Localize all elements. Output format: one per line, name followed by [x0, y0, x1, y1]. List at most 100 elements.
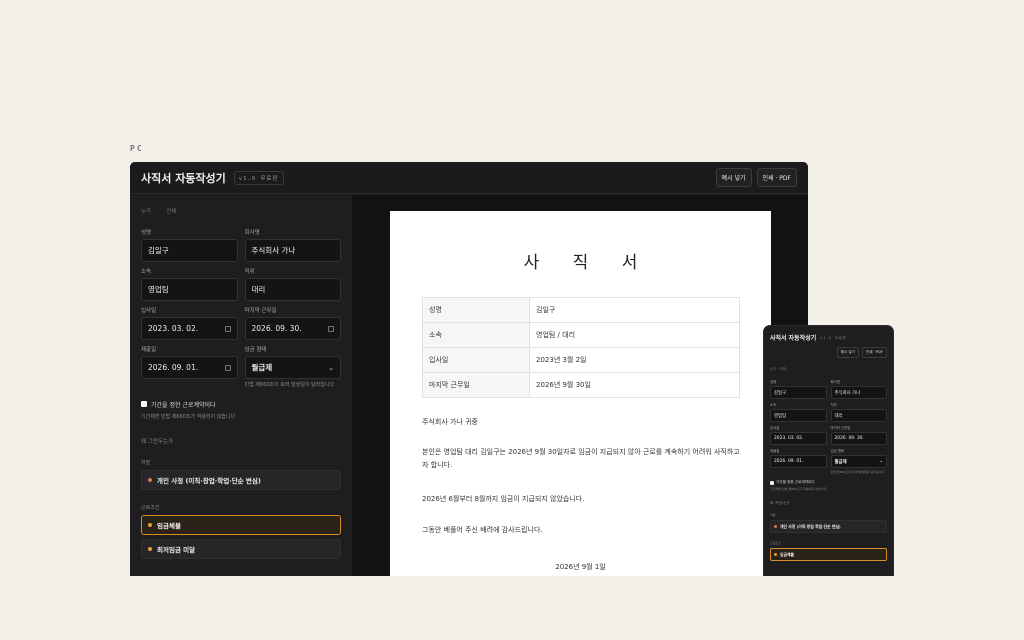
- paragraph-1: 본인은 영업팀 대리 김일구는 2026년 9월 30일자로 임금이 지급되지 …: [422, 448, 740, 469]
- app-title: 사직서 자동작성기: [141, 171, 226, 185]
- name-label: 성명: [141, 230, 152, 236]
- personal-group-label: 자발: [141, 459, 151, 466]
- mobile-pay-hint: 민법 제660조의 효력 발생일이 달라집니다: [830, 470, 885, 474]
- mobile-pay-select[interactable]: 월급제 ⌄: [830, 455, 887, 468]
- submit-date-input[interactable]: 2026. 09. 01.: [141, 356, 238, 379]
- table-row: 입사일 2023년 3월 2일: [422, 347, 740, 373]
- submit-date-value: 2026. 09. 01.: [148, 363, 199, 372]
- company-value: 주식회사 가나: [251, 246, 296, 255]
- breadcrumb-step-when[interactable]: 언제: [166, 209, 176, 215]
- fixed-term-checkbox-row[interactable]: 기간을 정한 근로계약이다: [141, 400, 341, 409]
- form-sidebar: 누가 · 언제 성명 김일구 회사명 주식회사 가나 소속 영업팀 직위 대리: [130, 195, 352, 576]
- dept-input[interactable]: 영업팀: [141, 278, 238, 301]
- calendar-icon[interactable]: [224, 364, 231, 371]
- pc-section-label: PC: [130, 144, 144, 153]
- breadcrumb-step-who[interactable]: 누가: [141, 209, 151, 215]
- dot-icon: [148, 546, 152, 551]
- mobile-window: 사직서 자동작성기 v1.0 무료판 예시 넣기 인쇄 · PDF 누가 · 언…: [763, 325, 894, 576]
- position-label: 직위: [244, 269, 255, 275]
- breadcrumb-separator: ·: [157, 209, 160, 215]
- chevron-down-icon: ⌄: [328, 363, 334, 372]
- pay-type-label: 임금 형태: [244, 347, 267, 353]
- breadcrumb: 누가 · 언제: [141, 207, 341, 215]
- mobile-reason-wage-arrears[interactable]: 임금체불: [770, 548, 887, 562]
- last-day-value: 2026. 09. 30.: [251, 324, 302, 333]
- mobile-fixed-term-row[interactable]: 기간을 정한 근로계약이다: [770, 480, 887, 485]
- mobile-reason-personal-label: 개인 사정 (이직·창업·학업·단순 변심): [780, 523, 841, 529]
- last-day-label: 마지막 근무일: [244, 308, 277, 314]
- table-value: 김일구: [529, 297, 740, 323]
- table-value: 2023년 3월 2일: [529, 347, 740, 373]
- submit-date-label: 제출일: [141, 347, 157, 353]
- mobile-submit-input[interactable]: 2026. 09. 01.: [770, 455, 827, 468]
- mobile-submit-value: 2026. 09. 01.: [774, 459, 804, 464]
- reason-personal-label: 개인 사정 (이직·창업·학업·단순 변심): [157, 476, 261, 485]
- mobile-reasons-heading: 왜 그만두는가: [770, 501, 790, 506]
- fixed-term-label: 기간을 정한 근로계약이다: [151, 401, 216, 409]
- info-table: 성명 김일구 소속 영업팀 / 대리 입사일 2023년 3월 2일 마지막 근무일 2…: [422, 297, 740, 398]
- mobile-hire-label: 입사일: [770, 426, 780, 430]
- dot-icon: [148, 477, 152, 482]
- example-button[interactable]: 예시 넣기: [715, 168, 752, 187]
- pay-type-value: 월급제: [251, 363, 273, 372]
- breadcrumb-step-when[interactable]: 언제: [779, 367, 785, 371]
- top-bar: 사직서 자동작성기 v1.0 무료판 예시 넣기 인쇄 · PDF: [130, 162, 808, 194]
- breadcrumb-step-who[interactable]: 누가: [770, 367, 776, 371]
- fixed-term-hint: 기간제면 민법 제660조가 적용되지 않습니다: [141, 413, 236, 420]
- table-key: 입사일: [422, 347, 530, 373]
- hire-date-label: 입사일: [141, 308, 157, 314]
- reason-wage-arrears[interactable]: 임금체불: [141, 514, 341, 535]
- mobile-hire-input[interactable]: 2023. 03. 02.: [770, 432, 827, 445]
- mobile-lastday-label: 마지막 근무일: [830, 426, 851, 430]
- document-date: 2026년 9월 1일: [555, 563, 606, 571]
- pc-window: 사직서 자동작성기 v1.0 무료판 예시 넣기 인쇄 · PDF 누가 · 언…: [130, 162, 808, 576]
- mobile-version-badge: v1.0 무료판: [820, 335, 847, 340]
- mobile-company-input[interactable]: 주식회사 가나: [830, 386, 887, 399]
- reason-min-wage-label: 최저임금 미달: [157, 545, 196, 554]
- table-value: 2026년 9월 30일: [529, 372, 740, 398]
- mobile-name-value: 김일구: [774, 390, 787, 396]
- mobile-reason-personal[interactable]: 개인 사정 (이직·창업·학업·단순 변심): [770, 520, 887, 534]
- reason-personal[interactable]: 개인 사정 (이직·창업·학업·단순 변심): [141, 469, 341, 490]
- hire-date-input[interactable]: 2023. 03. 02.: [141, 317, 238, 340]
- table-key: 성명: [422, 297, 530, 323]
- last-day-input[interactable]: 2026. 09. 30.: [244, 317, 341, 340]
- mobile-fixed-term-checkbox[interactable]: [770, 480, 774, 485]
- dot-icon: [774, 525, 777, 529]
- table-value: 영업팀 / 대리: [529, 322, 740, 348]
- hire-date-value: 2023. 03. 02.: [148, 324, 199, 333]
- mobile-company-value: 주식회사 가나: [834, 390, 861, 396]
- document-title: 사 직 서: [523, 253, 652, 273]
- name-input[interactable]: 김일구: [141, 239, 238, 262]
- mobile-personal-group-label: 자발: [770, 513, 776, 518]
- mobile-dept-label: 소속: [770, 403, 777, 407]
- table-row: 마지막 근무일 2026년 9월 30일: [422, 372, 740, 398]
- mobile-fixed-term-hint: 기간제면 민법 제660조가 적용되지 않습니다: [770, 487, 827, 492]
- mobile-example-button[interactable]: 예시 넣기: [836, 347, 859, 358]
- calendar-icon[interactable]: [224, 325, 231, 332]
- company-label: 회사명: [244, 230, 260, 236]
- table-row: 소속 영업팀 / 대리: [422, 322, 740, 348]
- calendar-icon[interactable]: [328, 325, 334, 332]
- mobile-position-input[interactable]: 대리: [830, 409, 887, 422]
- company-input[interactable]: 주식회사 가나: [244, 239, 341, 262]
- mobile-company-label: 회사명: [830, 380, 840, 384]
- dot-icon: [148, 522, 152, 527]
- pay-type-hint: 민법 제660조의 효력 발생일이 달라집니다: [244, 382, 335, 388]
- fixed-term-checkbox[interactable]: [141, 401, 147, 407]
- pay-type-select[interactable]: 월급제 ⌄: [244, 356, 341, 379]
- mobile-lastday-input[interactable]: 2026. 09. 30.: [830, 432, 887, 445]
- print-pdf-button[interactable]: 인쇄 · PDF: [756, 168, 797, 187]
- mobile-position-value: 대리: [834, 413, 843, 419]
- mobile-name-input[interactable]: 김일구: [770, 386, 827, 399]
- mobile-dept-input[interactable]: 영업팀: [770, 409, 827, 422]
- mobile-print-pdf-button[interactable]: 인쇄 · PDF: [861, 347, 887, 358]
- paragraph-2: 2026년 6월부터 8월까지 임금이 지급되지 않았습니다.: [422, 495, 585, 503]
- mobile-pay-label: 임금 형태: [830, 449, 845, 453]
- reason-min-wage[interactable]: 최저임금 미달: [141, 538, 341, 559]
- mobile-submit-label: 제출일: [770, 449, 780, 453]
- position-input[interactable]: 대리: [244, 278, 341, 301]
- mobile-fixed-term-label: 기간을 정한 근로계약이다: [776, 480, 815, 485]
- condition-group-label: 근로조건: [141, 504, 160, 511]
- document-preview: 사 직 서 성명 김일구 소속 영업팀 / 대리 입사일 2023년 3월 2일 마지…: [352, 195, 808, 576]
